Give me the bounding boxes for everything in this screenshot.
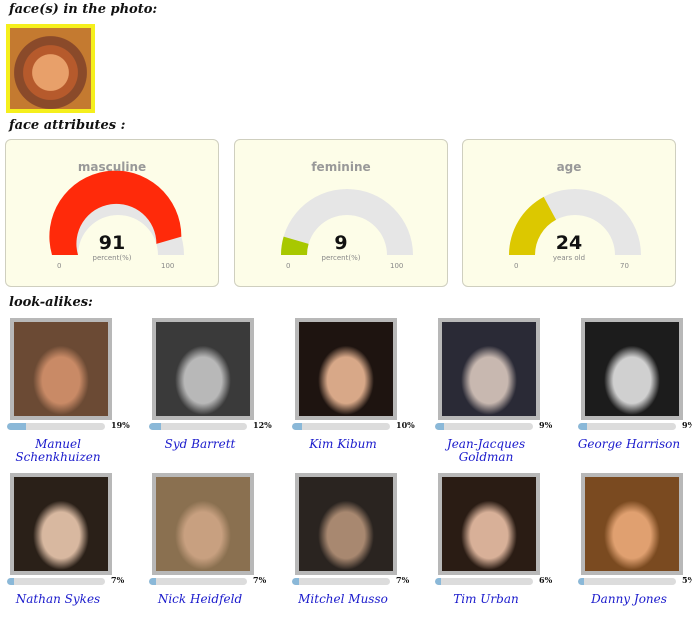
lookalike-card: 7% Nick Heidfeld bbox=[149, 473, 287, 623]
similarity-bar bbox=[435, 578, 533, 585]
similarity-bar-fill bbox=[149, 423, 161, 430]
lookalike-photo[interactable] bbox=[10, 318, 112, 420]
gauge-value: 9 bbox=[334, 232, 348, 254]
gauge-min: 0 bbox=[514, 262, 519, 270]
gauge-min: 0 bbox=[57, 262, 62, 270]
lookalike-name-link[interactable]: Danny Jones bbox=[569, 593, 689, 606]
gauge-unit: percent(%) bbox=[92, 254, 132, 262]
similarity-bar bbox=[435, 423, 533, 430]
similarity-bar bbox=[578, 423, 676, 430]
similarity-bar-fill bbox=[149, 578, 156, 585]
similarity-percent: 7% bbox=[111, 575, 125, 585]
lookalike-card: 6% Tim Urban bbox=[435, 473, 573, 623]
similarity-percent: 9% bbox=[682, 420, 692, 430]
lookalike-card: 12% Syd Barrett bbox=[149, 318, 287, 468]
similarity-percent: 6% bbox=[539, 575, 553, 585]
lookalike-card: 9% Jean-Jacques Goldman bbox=[435, 318, 573, 468]
lookalike-name-link[interactable]: George Harrison bbox=[569, 438, 689, 451]
lookalike-photo[interactable] bbox=[152, 473, 254, 575]
similarity-bar-fill bbox=[7, 423, 26, 430]
lookalike-name-link[interactable]: Manuel Schenkhuizen bbox=[0, 438, 118, 464]
age-gauge: age 24 years old 0 70 bbox=[462, 139, 676, 287]
lookalike-card: 10% Kim Kibum bbox=[292, 318, 430, 468]
lookalike-name-link[interactable]: Mitchel Musso bbox=[283, 593, 403, 606]
similarity-bar-fill bbox=[578, 578, 584, 585]
lookalike-photo[interactable] bbox=[581, 318, 683, 420]
similarity-bar-fill bbox=[578, 423, 587, 430]
lookalike-name-link[interactable]: Kim Kibum bbox=[283, 438, 403, 451]
similarity-percent: 7% bbox=[396, 575, 410, 585]
similarity-bar bbox=[149, 578, 247, 585]
similarity-bar bbox=[292, 578, 390, 585]
lookalike-photo[interactable] bbox=[10, 473, 112, 575]
similarity-bar-fill bbox=[7, 578, 14, 585]
gauge-unit: percent(%) bbox=[321, 254, 361, 262]
gauge-value: 24 bbox=[555, 232, 583, 254]
lookalike-card: 9%George Harrison bbox=[578, 318, 692, 468]
lookalike-photo[interactable] bbox=[152, 318, 254, 420]
lookalike-name-link[interactable]: Nick Heidfeld bbox=[140, 593, 260, 606]
faces-section-title: face(s) in the photo: bbox=[9, 2, 158, 17]
masculine-gauge: masculine 91 percent(%) 0 100 bbox=[5, 139, 219, 287]
similarity-bar-fill bbox=[292, 423, 302, 430]
gauge-label: feminine bbox=[311, 160, 371, 174]
lookalike-photo[interactable] bbox=[295, 318, 397, 420]
lookalikes-section-title: look-alikes: bbox=[9, 295, 93, 310]
lookalike-card: 19% Manuel Schenkhuizen bbox=[7, 318, 145, 468]
gauge-value: 91 bbox=[98, 232, 126, 254]
similarity-percent: 19% bbox=[111, 420, 130, 430]
gauge-max: 100 bbox=[390, 262, 404, 270]
gauge-max: 70 bbox=[620, 262, 629, 270]
similarity-percent: 9% bbox=[539, 420, 553, 430]
similarity-percent: 10% bbox=[396, 420, 415, 430]
similarity-bar bbox=[578, 578, 676, 585]
gauge-label: masculine bbox=[77, 160, 147, 174]
lookalike-name-link[interactable]: Syd Barrett bbox=[140, 438, 260, 451]
feminine-gauge: feminine 9 percent(%) 0 100 bbox=[234, 139, 448, 287]
similarity-bar bbox=[292, 423, 390, 430]
attributes-section-title: face attributes : bbox=[9, 118, 126, 133]
similarity-percent: 5% bbox=[682, 575, 692, 585]
similarity-bar bbox=[7, 423, 105, 430]
gauge-unit: years old bbox=[552, 254, 586, 262]
gauge-label: age bbox=[556, 160, 582, 174]
lookalike-name-link[interactable]: Tim Urban bbox=[426, 593, 546, 606]
similarity-bar bbox=[7, 578, 105, 585]
detected-face-thumbnail[interactable] bbox=[6, 24, 95, 113]
lookalike-card: 5%Danny Jones bbox=[578, 473, 692, 623]
lookalike-photo[interactable] bbox=[438, 473, 540, 575]
similarity-bar-fill bbox=[435, 578, 441, 585]
gauge-max: 100 bbox=[161, 262, 175, 270]
lookalike-card: 7% Nathan Sykes bbox=[7, 473, 145, 623]
lookalike-name-link[interactable]: Jean-Jacques Goldman bbox=[426, 438, 546, 464]
lookalike-photo[interactable] bbox=[438, 318, 540, 420]
lookalike-card: 7% Mitchel Musso bbox=[292, 473, 430, 623]
similarity-percent: 7% bbox=[253, 575, 267, 585]
lookalike-photo[interactable] bbox=[295, 473, 397, 575]
similarity-percent: 12% bbox=[253, 420, 272, 430]
similarity-bar-fill bbox=[435, 423, 444, 430]
lookalike-photo[interactable] bbox=[581, 473, 683, 575]
gauge-min: 0 bbox=[286, 262, 291, 270]
similarity-bar bbox=[149, 423, 247, 430]
lookalike-name-link[interactable]: Nathan Sykes bbox=[0, 593, 118, 606]
similarity-bar-fill bbox=[292, 578, 299, 585]
